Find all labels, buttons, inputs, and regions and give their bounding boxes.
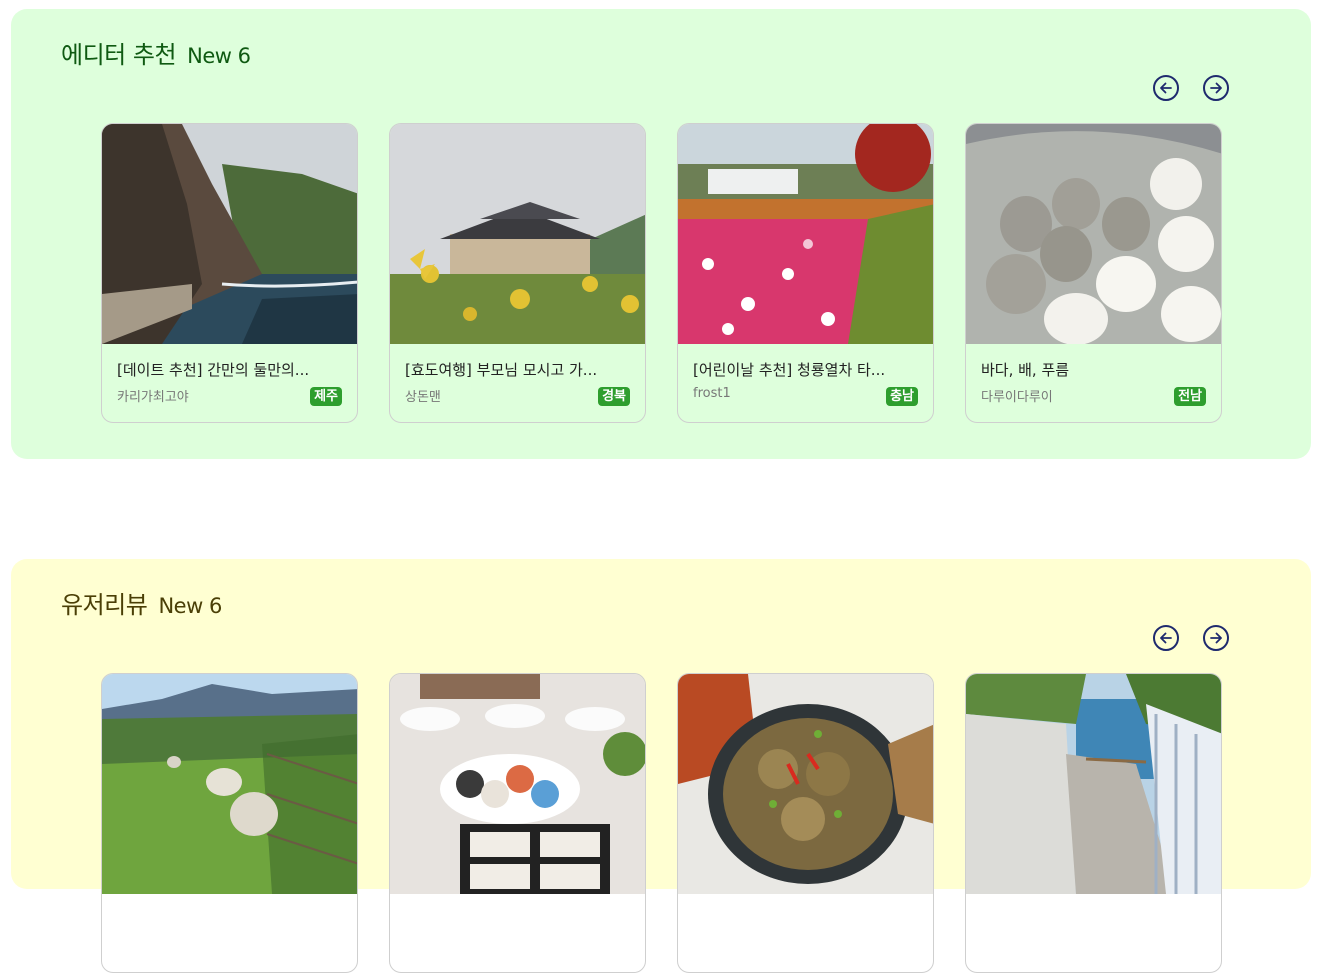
review-card[interactable]: [데이트 추천] 간만의 둘만의... 카리가최고야 제주 [101, 123, 358, 423]
region-badge: 제주 [310, 387, 342, 406]
editor-recommend-section: 에디터 추천 New 6 [데이트 추천] 간만의 둘만의... 카리가최고야 … [11, 9, 1311, 459]
card-author: 다루이다루이 [981, 390, 1053, 405]
region-badge: 경북 [598, 387, 630, 406]
review-card[interactable]: [어린이날 추천] 청룡열차 타... frost1 충남 [677, 123, 934, 423]
coastal-cliff-photo [102, 124, 357, 344]
card-title: [데이트 추천] 간만의 둘만의... [117, 361, 310, 379]
korean-table-food-photo [390, 674, 645, 894]
region-badge: 전남 [1174, 387, 1206, 406]
prev-button[interactable] [1153, 625, 1179, 651]
card-title: [효도여행] 부모님 모시고 가... [405, 361, 598, 379]
card-author: 상돈맨 [405, 390, 441, 405]
card-author: frost1 [693, 386, 731, 401]
arrow-left-circle-icon [1160, 82, 1172, 94]
card-author: 카리가최고야 [117, 390, 189, 405]
seaside-alley-photo [966, 674, 1221, 894]
steamed-buns-photo [966, 124, 1221, 344]
prev-button[interactable] [1153, 75, 1179, 101]
arrow-left-circle-icon [1160, 632, 1172, 644]
hanok-sunflower-photo [390, 124, 645, 344]
new-count-label: New 6 [187, 44, 251, 68]
review-card[interactable] [965, 673, 1222, 973]
section-title: 에디터 추천 New 6 [61, 35, 251, 70]
section-title: 유저리뷰 New 6 [61, 585, 222, 620]
user-card-list [101, 673, 1222, 973]
tulip-garden-photo [678, 124, 933, 344]
crab-dish-photo [678, 674, 933, 894]
editor-card-list: [데이트 추천] 간만의 둘만의... 카리가최고야 제주 [효도여행] 부모님… [101, 123, 1222, 423]
review-card[interactable] [389, 673, 646, 973]
region-badge: 충남 [886, 387, 918, 406]
next-button[interactable] [1203, 75, 1229, 101]
section-title-text: 유저리뷰 [61, 591, 148, 619]
review-card[interactable]: 바다, 배, 푸름 다루이다루이 전남 [965, 123, 1222, 423]
user-review-section: 유저리뷰 New 6 [11, 559, 1311, 973]
arrow-right-circle-icon [1210, 632, 1222, 644]
next-button[interactable] [1203, 625, 1229, 651]
review-card[interactable] [677, 673, 934, 973]
card-title: 바다, 배, 푸름 [981, 361, 1070, 379]
section-title-text: 에디터 추천 [61, 41, 177, 69]
sheep-pasture-photo [102, 674, 357, 894]
arrow-right-circle-icon [1210, 82, 1222, 94]
review-card[interactable] [101, 673, 358, 973]
card-title: [어린이날 추천] 청룡열차 타... [693, 361, 886, 379]
new-count-label: New 6 [158, 594, 222, 618]
review-card[interactable]: [효도여행] 부모님 모시고 가... 상돈맨 경북 [389, 123, 646, 423]
